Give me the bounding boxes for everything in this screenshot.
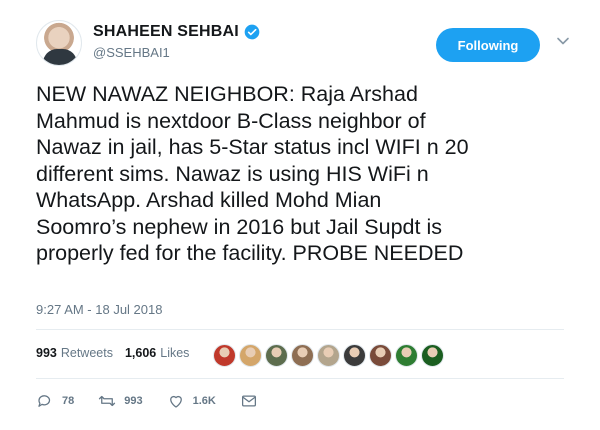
liker-avatar[interactable] (213, 344, 236, 367)
liker-avatar[interactable] (395, 344, 418, 367)
retweets-label[interactable]: Retweets (61, 346, 113, 360)
liker-avatar[interactable] (343, 344, 366, 367)
envelope-icon (241, 395, 256, 407)
heart-icon (169, 395, 182, 408)
likes-count[interactable]: 1,606 (125, 346, 156, 360)
reply-count: 78 (62, 395, 75, 407)
reply-icon (38, 395, 51, 407)
liker-avatar[interactable] (421, 344, 444, 367)
likes-label[interactable]: Likes (160, 346, 189, 360)
retweet-count: 993 (124, 395, 143, 407)
liker-avatar[interactable] (239, 344, 262, 367)
retweet-action[interactable]: 993 (98, 392, 143, 410)
retweet-icon (99, 395, 116, 407)
liker-avatar[interactable] (369, 344, 392, 367)
chevron-down-icon[interactable] (556, 34, 570, 48)
liker-avatar[interactable] (265, 344, 288, 367)
reply-action[interactable]: 78 (36, 392, 74, 410)
name-row: SHAHEEN SEHBAI (93, 23, 260, 41)
verified-badge-icon (244, 24, 260, 40)
user-avatar[interactable] (36, 20, 82, 66)
divider (36, 329, 564, 330)
tweet-text: NEW NAWAZ NEIGHBOR: Raja Arshad Mahmud i… (36, 82, 469, 265)
like-count: 1.6K (192, 395, 216, 407)
like-action[interactable]: 1.6K (167, 392, 216, 410)
tweet-stats: 993 Retweets 1,606 Likes (36, 346, 201, 360)
following-button[interactable]: Following (436, 28, 540, 62)
tweet-header: SHAHEEN SEHBAI @SSEHBAI1 Following (36, 20, 576, 70)
direct-message-action[interactable] (240, 392, 258, 410)
user-handle[interactable]: @SSEHBAI1 (93, 45, 170, 60)
tweet-actions: 78 993 1.6K (36, 392, 282, 410)
liker-avatar[interactable] (317, 344, 340, 367)
tweet-timestamp[interactable]: 9:27 AM - 18 Jul 2018 (36, 302, 162, 317)
divider (36, 378, 564, 379)
retweets-count[interactable]: 993 (36, 346, 57, 360)
liker-avatars (213, 344, 444, 367)
liker-avatar[interactable] (291, 344, 314, 367)
display-name[interactable]: SHAHEEN SEHBAI (93, 23, 239, 41)
